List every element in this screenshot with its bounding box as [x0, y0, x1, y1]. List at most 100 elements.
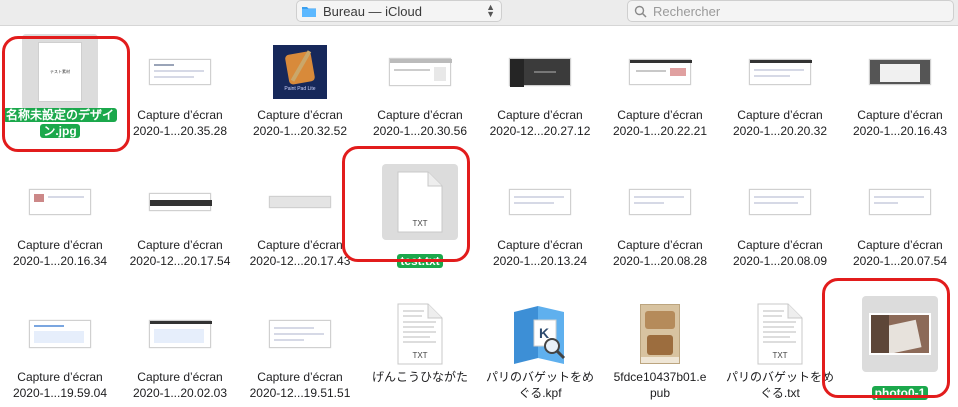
file-name-line: Capture d’écran	[137, 238, 223, 252]
file-thumbnail	[742, 164, 818, 240]
file-name-line: 2020-1...20.20.32	[732, 124, 828, 138]
file-name: Capture d’écran 2020-1...20.13.24	[480, 237, 600, 269]
file-name-line: パリのバゲットをめ	[485, 370, 594, 384]
file-name: Capture d’écran 2020-1...20.07.54	[840, 237, 958, 269]
file-item[interactable]: Capture d’écran 2020-1...20.07.54	[840, 156, 958, 274]
file-name: Capture d’écran 2020-1...20.22.21	[600, 107, 720, 139]
file-name-line: Capture d’écran	[137, 108, 223, 122]
text-document-icon: TXT	[396, 302, 444, 366]
file-name: Capture d’écran 2020-12...19.51.51	[240, 369, 360, 401]
file-name-line: ぐる.kpf	[518, 386, 562, 400]
highlight-ring	[2, 36, 130, 152]
file-name-line: 2020-1...20.08.09	[732, 254, 828, 268]
file-thumbnail	[22, 164, 98, 240]
file-name-line: 2020-1...20.07.54	[852, 254, 948, 268]
search-icon	[634, 5, 647, 18]
file-name-line: 2020-1...20.16.43	[852, 124, 948, 138]
screenshot-preview	[29, 189, 91, 215]
file-thumbnail: TXT	[742, 296, 818, 372]
file-item[interactable]: TXT げんこうひながた	[360, 288, 480, 406]
file-name-line: Capture d’écran	[737, 108, 823, 122]
screenshot-preview	[509, 189, 571, 215]
file-thumbnail	[622, 164, 698, 240]
location-label: Bureau — iCloud	[323, 3, 422, 19]
file-name-line: Capture d’écran	[857, 238, 943, 252]
file-item[interactable]: K パリのバゲットをめ ぐる.kpf	[480, 288, 600, 406]
file-name-line: Capture d’écran	[617, 238, 703, 252]
file-name: Capture d’écran 2020-1...20.02.03	[120, 369, 240, 401]
file-name: Capture d’écran 2020-1...20.08.28	[600, 237, 720, 269]
screenshot-preview	[149, 320, 212, 348]
screenshot-preview	[869, 189, 931, 215]
file-name-line: Capture d’écran	[497, 108, 583, 122]
file-name-line: 2020-1...20.32.52	[252, 124, 348, 138]
file-name-line: Capture d’écran	[737, 238, 823, 252]
file-thumbnail	[262, 164, 338, 240]
file-name-line: 2020-12...20.27.12	[489, 124, 591, 138]
file-name: Capture d’écran 2020-12...20.27.12	[480, 107, 600, 139]
file-item[interactable]: Capture d’écran 2020-1...20.20.32	[720, 26, 840, 144]
file-name-line: Capture d’écran	[257, 238, 343, 252]
search-input[interactable]	[653, 3, 933, 19]
file-thumbnail	[622, 34, 698, 110]
file-name: Capture d’écran 2020-12...20.17.54	[120, 237, 240, 269]
file-name-line: Capture d’écran	[17, 238, 103, 252]
file-item[interactable]: Capture d’écran 2020-1...20.30.56	[360, 26, 480, 144]
file-name-line: 2020-1...20.22.21	[612, 124, 708, 138]
file-item[interactable]: Capture d’écran 2020-1...20.08.09	[720, 156, 840, 274]
file-thumbnail	[142, 34, 218, 110]
file-thumbnail	[862, 164, 938, 240]
file-item[interactable]: Capture d’écran 2020-1...19.59.04	[0, 288, 120, 406]
file-item[interactable]: Paint Pad Lite Capture d’écran 2020-1...…	[240, 26, 360, 144]
chevron-updown-icon: ▲ ▼	[486, 2, 495, 19]
screenshot-preview	[629, 59, 692, 85]
file-item[interactable]: Capture d’écran 2020-1...20.13.24	[480, 156, 600, 274]
location-popup[interactable]: Bureau — iCloud ▲ ▼	[296, 0, 502, 22]
file-item[interactable]: Capture d’écran 2020-12...19.51.51	[240, 288, 360, 406]
svg-text:K: K	[539, 325, 549, 341]
file-thumbnail	[142, 164, 218, 240]
file-icon-grid: テスト素材 名称未設定のデザイ ン.jpg Capture d’écran 20…	[0, 26, 958, 407]
folder-icon	[302, 6, 316, 17]
file-name-line: pub	[649, 386, 671, 400]
file-item[interactable]: Capture d’écran 2020-12...20.17.54	[120, 156, 240, 274]
file-name-line: 2020-1...20.13.24	[492, 254, 588, 268]
file-name-line: 2020-1...19.59.04	[12, 386, 108, 400]
file-name-line: パリのバゲットをめ	[725, 370, 834, 384]
screenshot-preview	[269, 196, 331, 208]
file-name: Capture d’écran 2020-1...19.59.04	[0, 369, 120, 401]
file-name-line: 5fdce10437b01.e	[613, 370, 707, 384]
file-item[interactable]: Capture d’écran 2020-1...20.22.21	[600, 26, 720, 144]
file-name: Capture d’écran 2020-1...20.30.56	[360, 107, 480, 139]
file-item[interactable]: Capture d’écran 2020-12...20.27.12	[480, 26, 600, 144]
file-thumbnail	[742, 34, 818, 110]
file-thumbnail	[502, 164, 578, 240]
file-thumbnail	[382, 34, 458, 110]
file-thumbnail	[262, 296, 338, 372]
file-thumbnail	[862, 34, 938, 110]
file-name: げんこうひながた	[360, 369, 480, 385]
screenshot-preview	[149, 59, 211, 85]
screenshot-preview	[389, 58, 452, 86]
paint-pad-caption: Paint Pad Lite	[284, 86, 316, 92]
file-item[interactable]: Capture d’écran 2020-1...20.08.28	[600, 156, 720, 274]
file-item[interactable]: Capture d’écran 2020-1...20.35.28	[120, 26, 240, 144]
paint-pad-icon: Paint Pad Lite	[273, 45, 327, 99]
file-name-line: Capture d’écran	[497, 238, 583, 252]
file-item[interactable]: Capture d’écran 2020-1...20.16.43	[840, 26, 958, 144]
file-name: Capture d’écran 2020-1...20.35.28	[120, 107, 240, 139]
screenshot-preview	[869, 59, 931, 85]
file-type-label: TXT	[412, 351, 428, 360]
file-name: Capture d’écran 2020-1...20.20.32	[720, 107, 840, 139]
search-field[interactable]	[627, 0, 954, 22]
file-item[interactable]: Capture d’écran 2020-1...20.02.03	[120, 288, 240, 406]
file-item[interactable]: 5fdce10437b01.e pub	[600, 288, 720, 406]
file-item[interactable]: Capture d’écran 2020-1...20.16.34	[0, 156, 120, 274]
highlight-ring	[822, 278, 950, 398]
screenshot-preview	[749, 59, 812, 85]
file-thumbnail	[622, 296, 698, 372]
file-name-line: Capture d’écran	[137, 370, 223, 384]
kindle-book-icon: K	[514, 306, 566, 364]
file-name-line: Capture d’écran	[377, 108, 463, 122]
file-name-line: 2020-1...20.30.56	[372, 124, 468, 138]
